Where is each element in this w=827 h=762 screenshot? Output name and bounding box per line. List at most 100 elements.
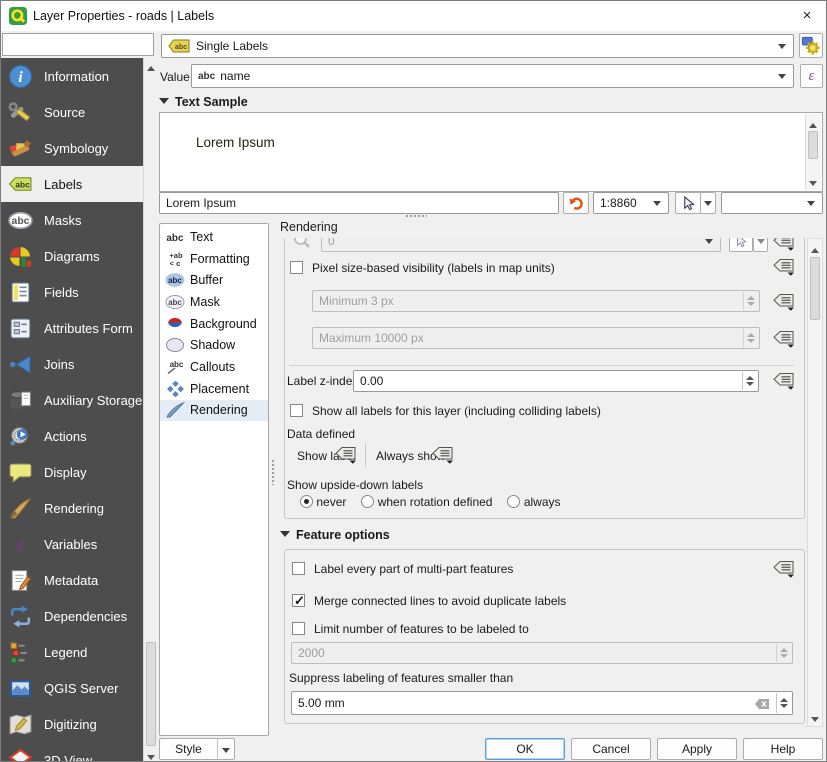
display-icon bbox=[8, 460, 33, 485]
radio-never[interactable]: never bbox=[300, 495, 346, 513]
actions-icon bbox=[8, 424, 33, 449]
close-icon[interactable]: × bbox=[794, 5, 820, 27]
tab-formatting[interactable]: +ab< cFormatting bbox=[160, 248, 268, 270]
suppress-spinbox[interactable]: 5.00 mm bbox=[291, 691, 793, 715]
sidebar-scrollbar[interactable] bbox=[143, 58, 157, 762]
scroll-up-icon[interactable] bbox=[144, 58, 158, 72]
minimum-pixel-spinbox[interactable]: Minimum 3 px bbox=[312, 290, 760, 312]
splitter-handle[interactable] bbox=[405, 214, 427, 218]
spinner-arrows[interactable] bbox=[776, 693, 791, 713]
label-mode-combo[interactable]: abc Single Labels bbox=[161, 34, 794, 58]
panel-scrollbar[interactable] bbox=[807, 238, 823, 727]
feature-options-header[interactable]: Feature options bbox=[280, 528, 390, 542]
tab-placement[interactable]: Placement bbox=[160, 378, 268, 400]
sidebar-item-3d-view[interactable]: 3D View bbox=[1, 742, 143, 762]
sidebar-item-fields[interactable]: Fields bbox=[1, 274, 143, 310]
sidebar-item-variables[interactable]: εVariables bbox=[1, 526, 143, 562]
map-settings-button[interactable] bbox=[675, 192, 701, 214]
pixel-visibility-checkbox[interactable] bbox=[290, 261, 303, 274]
preview-background-combo[interactable] bbox=[721, 192, 823, 214]
sidebar-item-symbology[interactable]: Symbology bbox=[1, 130, 143, 166]
merge-lines-label: Merge connected lines to avoid duplicate… bbox=[314, 594, 566, 608]
tab-text[interactable]: abcText bbox=[160, 226, 268, 248]
reset-sample-button[interactable] bbox=[563, 192, 589, 214]
scroll-up-icon[interactable] bbox=[808, 240, 822, 254]
tab-shadow[interactable]: Shadow bbox=[160, 334, 268, 356]
sidebar-item-metadata[interactable]: Metadata bbox=[1, 562, 143, 598]
scroll-down-icon[interactable] bbox=[806, 175, 820, 189]
tab-background[interactable]: Background bbox=[160, 313, 268, 335]
data-defined-override-icon[interactable] bbox=[772, 372, 795, 390]
clear-field-icon[interactable] bbox=[754, 698, 770, 710]
mask-tab-icon: abc bbox=[165, 294, 185, 310]
tab-buffer[interactable]: abcBuffer bbox=[160, 269, 268, 291]
label-every-part-checkbox[interactable] bbox=[292, 562, 305, 575]
tab-mask[interactable]: abcMask bbox=[160, 291, 268, 313]
sidebar-item-joins[interactable]: Joins bbox=[1, 346, 143, 382]
limit-features-spinbox[interactable]: 2000 bbox=[291, 642, 793, 664]
data-defined-override-icon[interactable] bbox=[772, 330, 795, 348]
expression-builder-button[interactable]: ε bbox=[800, 64, 823, 88]
sidebar-item-attributes-form[interactable]: Attributes Form bbox=[1, 310, 143, 346]
data-defined-override-icon[interactable] bbox=[772, 238, 795, 251]
cancel-button[interactable]: Cancel bbox=[571, 738, 651, 760]
tab-callouts[interactable]: abcCallouts bbox=[160, 356, 268, 378]
data-defined-override-icon[interactable] bbox=[334, 446, 357, 464]
scroll-down-icon[interactable] bbox=[808, 711, 822, 725]
spinner-arrows[interactable] bbox=[742, 372, 757, 390]
preview-scrollbar[interactable] bbox=[805, 114, 821, 190]
ok-button[interactable]: OK bbox=[485, 738, 565, 760]
style-button[interactable]: Style bbox=[159, 738, 235, 760]
sidebar-item-auxiliary-storage[interactable]: Auxiliary Storage bbox=[1, 382, 143, 418]
sidebar-item-information[interactable]: iInformation bbox=[1, 58, 143, 94]
sidebar-item-source[interactable]: Source bbox=[1, 94, 143, 130]
sidebar-item-digitizing[interactable]: Digitizing bbox=[1, 706, 143, 742]
sidebar-item-masks[interactable]: abcMasks bbox=[1, 202, 143, 238]
data-defined-override-icon[interactable] bbox=[431, 446, 454, 464]
preview-scale-combo[interactable]: 1:8860 bbox=[593, 192, 669, 214]
symbology-icon bbox=[8, 136, 33, 161]
scroll-up-icon[interactable] bbox=[806, 115, 820, 129]
sidebar-item-dependencies[interactable]: Dependencies bbox=[1, 598, 143, 634]
data-defined-override-icon[interactable] bbox=[772, 560, 795, 578]
show-all-labels-checkbox[interactable] bbox=[290, 404, 303, 417]
scrollbar-thumb[interactable] bbox=[146, 642, 156, 746]
sidebar-item-actions[interactable]: Actions bbox=[1, 418, 143, 454]
value-field-combo[interactable]: abc name bbox=[191, 64, 794, 88]
sidebar-item-legend[interactable]: Legend bbox=[1, 634, 143, 670]
sidebar-item-rendering[interactable]: Rendering bbox=[1, 490, 143, 526]
radio-when-rotation-defined[interactable]: when rotation defined bbox=[361, 495, 492, 513]
scroll-down-icon[interactable] bbox=[144, 749, 158, 762]
minimum-scale-combo[interactable]: 0 bbox=[321, 238, 721, 252]
scrollbar-thumb[interactable] bbox=[808, 131, 818, 159]
scale-dropdown[interactable] bbox=[753, 238, 768, 252]
scrollbar-thumb[interactable] bbox=[810, 257, 820, 320]
apply-button[interactable]: Apply bbox=[657, 738, 737, 760]
tab-rendering[interactable]: Rendering bbox=[160, 400, 268, 422]
map-settings-dropdown[interactable] bbox=[700, 192, 716, 214]
auto-placement-settings-button[interactable] bbox=[799, 33, 823, 58]
splitter-handle[interactable] bbox=[271, 459, 275, 485]
spinner-arrows[interactable] bbox=[743, 329, 758, 347]
help-button[interactable]: Help bbox=[743, 738, 823, 760]
data-defined-override-icon[interactable] bbox=[772, 293, 795, 311]
z-index-spinbox[interactable]: 0.00 bbox=[353, 370, 759, 392]
spinner-arrows[interactable] bbox=[776, 644, 791, 662]
text-sample-header[interactable]: Text Sample bbox=[159, 95, 248, 109]
sidebar-item-labels[interactable]: abcLabels bbox=[1, 166, 143, 202]
merge-lines-checkbox[interactable] bbox=[292, 594, 305, 607]
sidebar-item-qgis-server[interactable]: QGIS Server bbox=[1, 670, 143, 706]
data-defined-override-icon[interactable] bbox=[772, 258, 795, 276]
sidebar-search[interactable] bbox=[2, 33, 154, 56]
sidebar-item-diagrams[interactable]: Diagrams bbox=[1, 238, 143, 274]
fields-icon bbox=[8, 280, 33, 305]
search-input[interactable] bbox=[7, 34, 166, 55]
spinner-arrows[interactable] bbox=[743, 292, 758, 310]
sample-text-input[interactable]: Lorem Ipsum bbox=[159, 192, 559, 214]
radio-always[interactable]: always bbox=[507, 495, 560, 513]
maximum-pixel-spinbox[interactable]: Maximum 10000 px bbox=[312, 327, 760, 349]
sidebar-item-display[interactable]: Display bbox=[1, 454, 143, 490]
set-to-current-scale-button[interactable] bbox=[729, 238, 753, 252]
limit-features-checkbox[interactable] bbox=[292, 622, 305, 635]
chevron-down-icon[interactable] bbox=[217, 739, 234, 759]
